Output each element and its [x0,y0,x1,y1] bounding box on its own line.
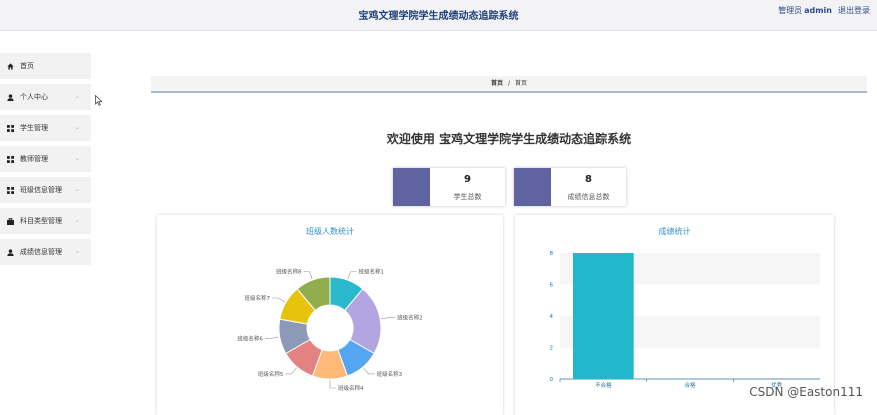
pie-label-line [303,271,313,280]
breadcrumb-separator: / [507,80,511,87]
app-title: 宝鸡文理学院学生成绩动态追踪系统 [358,11,519,22]
pie-slice-label: 班级名称7 [245,294,271,302]
x-tick-label: 不合格 [595,381,612,389]
pie-label-line [363,367,375,375]
stat-card-students: 9 学生总数 [393,168,505,206]
class-count-chart-panel: 班级人数统计 班级名称1 班级名称2 班级名称3 班级名称4 班级名称5 班级名称6 班级名… [157,215,503,415]
person-icon [7,248,14,256]
sidebar-item-students[interactable]: 学生管理 ⌄ [0,115,91,141]
sidebar-item-label: 首页 [20,62,34,70]
grid-icon [7,186,14,194]
person-icon [7,93,14,101]
sidebar-item-label: 科目类型管理 [20,217,62,225]
grid-icon [7,124,14,132]
pie-slice-label: 班级名称4 [338,384,364,392]
y-tick-label: 8 [550,251,554,257]
welcome-heading: 欢迎使用 宝鸡文理学院学生成绩动态追踪系统 [386,132,632,146]
chevron-down-icon: ⌄ [74,248,80,255]
pie-slice-label: 班级名称2 [397,314,423,322]
sidebar-item-teachers[interactable]: 教师管理 ⌄ [0,146,91,172]
stat-color-block [393,168,430,206]
breadcrumb-home[interactable]: 首页 [491,80,503,87]
pie-label-line [329,380,336,389]
y-tick-label: 4 [550,314,554,320]
pie-chart: 班级名称1 班级名称2 班级名称3 班级名称4 班级名称5 班级名称6 班级名称7 班级名称8 [237,268,423,392]
stat-value: 9 [464,174,471,185]
top-bar: 宝鸡文理学院学生成绩动态追踪系统 管理员 admin 退出登录 [0,0,877,31]
chevron-down-icon: ⌄ [74,93,80,100]
chevron-down-icon: ⌄ [74,217,80,224]
breadcrumb-current: 首页 [515,80,528,87]
y-tick-label: 2 [550,346,554,352]
x-tick-label: 合格 [684,381,696,389]
breadcrumb: 首页 / 首页 [151,76,867,93]
watermark: CSDN @Easton111 [749,385,863,399]
user-role: 管理员 [778,6,803,15]
bar [573,253,634,379]
sidebar-item-classes[interactable]: 班级信息管理 ⌄ [0,177,91,203]
sidebar-item-label: 班级信息管理 [20,186,62,194]
pie-slice-label: 班级名称6 [237,334,263,342]
stat-label: 学生总数 [453,193,482,201]
user-area: 管理员 admin 退出登录 [778,5,870,16]
chevron-down-icon: ⌄ [74,186,80,193]
user-name: admin [804,6,832,15]
pie-slice-label: 班级名称3 [377,370,403,378]
sidebar-item-label: 个人中心 [20,93,48,101]
pie-slice-label: 班级名称1 [359,268,385,276]
pie-label-line [272,297,286,303]
y-tick-label: 6 [550,283,554,289]
chevron-down-icon: ⌄ [74,155,80,162]
pie-label-line [264,336,279,339]
stat-color-block [514,168,551,206]
stat-card-grades: 8 成绩信息总数 [514,168,626,206]
sidebar-item-label: 教师管理 [20,155,48,163]
sidebar-item-label: 成绩信息管理 [20,248,62,256]
sidebar-item-grades[interactable]: 成绩信息管理 ⌄ [0,239,91,265]
sidebar-item-profile[interactable]: 个人中心 ⌄ [0,84,91,110]
mouse-cursor-icon [95,95,103,106]
sidebar-item-subjects[interactable]: 科目类型管理 ⌄ [0,208,91,234]
pie-label-line [381,317,396,320]
sidebar-item-home[interactable]: 首页 [0,53,91,79]
stat-value: 8 [585,174,592,185]
sidebar-item-label: 学生管理 [20,124,48,132]
logout-link[interactable]: 退出登录 [838,6,870,15]
grid-icon [7,155,14,163]
y-tick-label: 0 [550,377,554,383]
stat-label: 成绩信息总数 [567,193,610,201]
pie-label-line [347,271,357,280]
home-icon [7,62,14,70]
chevron-down-icon: ⌄ [74,124,80,131]
pie-label-line [285,367,297,375]
pie-slice-label: 班级名称8 [276,268,302,276]
briefcase-icon [7,217,14,225]
sidebar: 首页 个人中心 ⌄ 学生管理 ⌄ 教师管理 ⌄ 班级信息管理 ⌄ 科目类型管理 … [0,53,91,270]
pie-slice-label: 班级名称5 [258,370,284,378]
